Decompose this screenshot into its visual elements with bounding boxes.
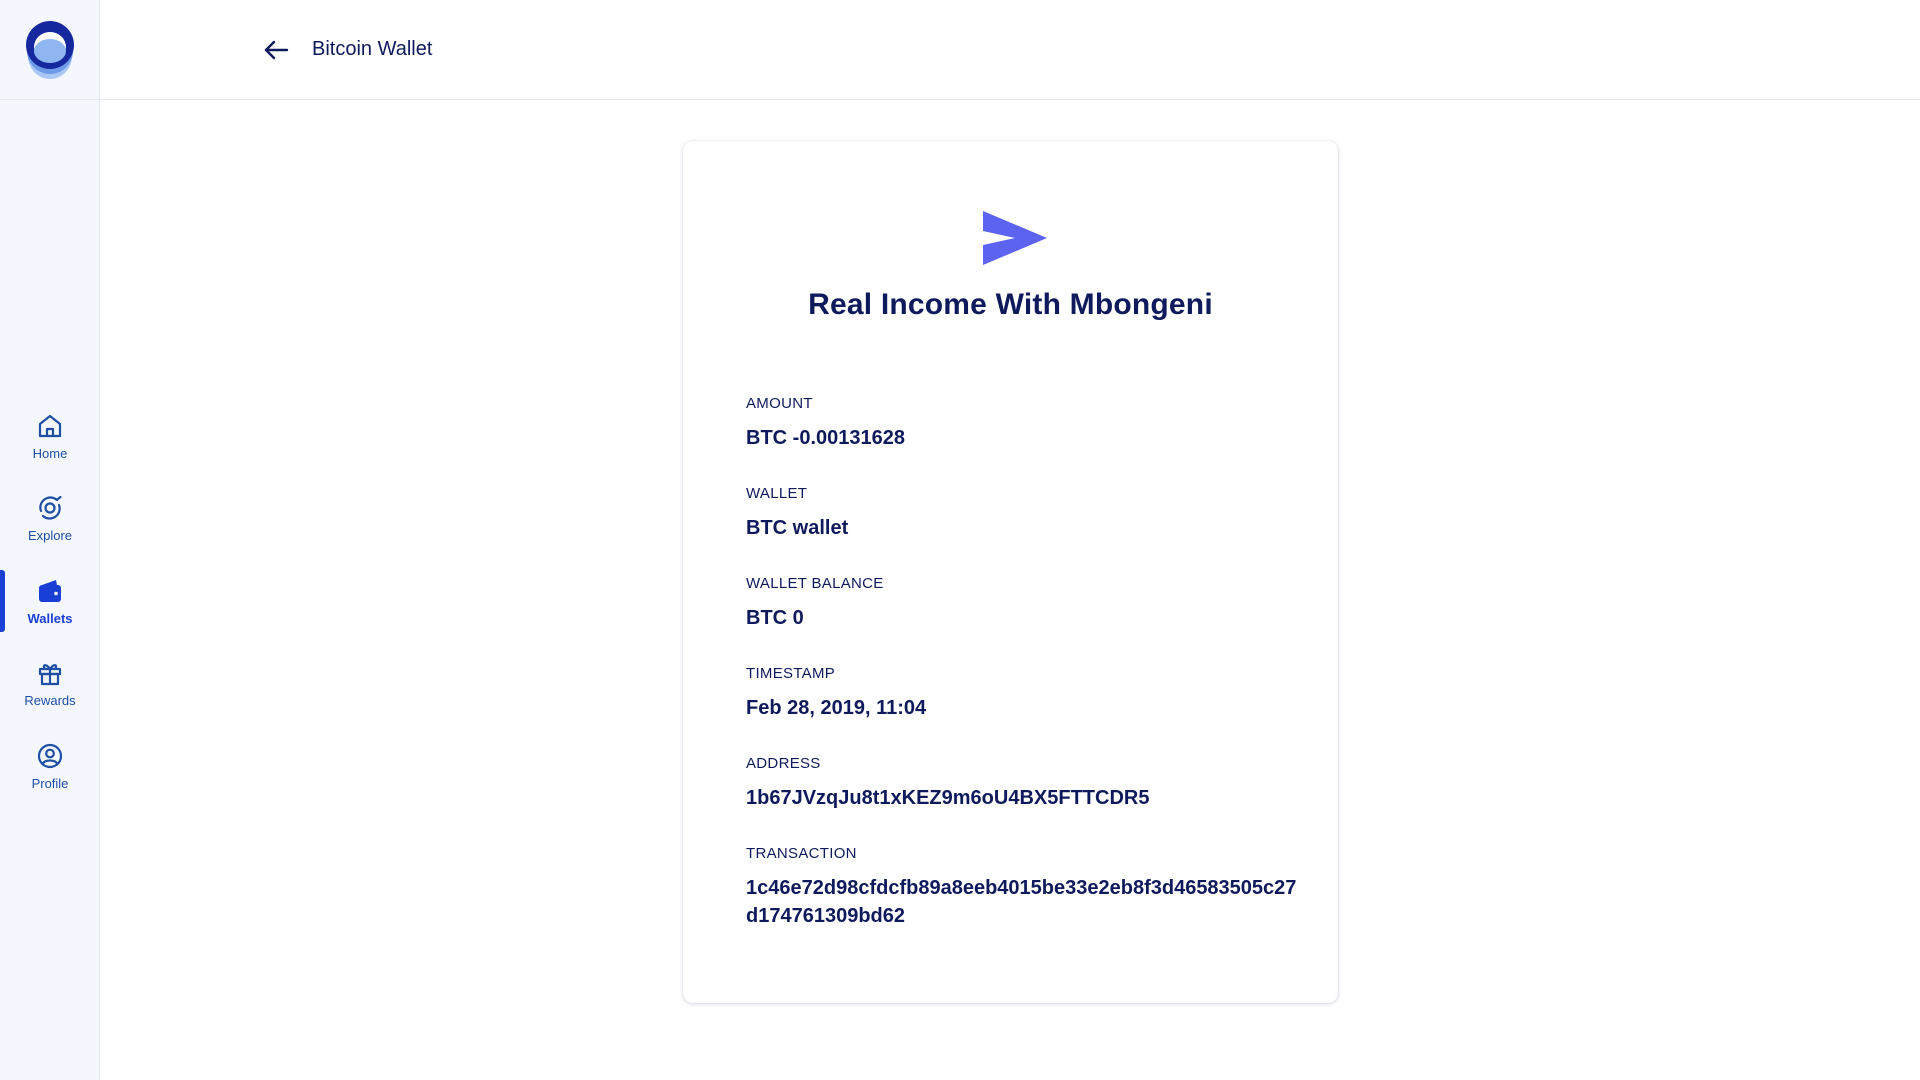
app-logo[interactable] <box>25 19 75 81</box>
detail-amount: AMOUNT BTC -0.00131628 <box>746 395 1306 452</box>
detail-wallet-balance: WALLET BALANCE BTC 0 <box>746 575 1306 632</box>
page-title: Bitcoin Wallet <box>312 38 433 60</box>
detail-wallet: WALLET BTC wallet <box>746 485 1306 542</box>
detail-label: ADDRESS <box>746 755 821 772</box>
detail-label: AMOUNT <box>746 395 813 412</box>
arrow-left-icon <box>264 40 289 59</box>
sidebar-item-rewards[interactable]: Rewards <box>0 643 100 726</box>
profile-icon <box>36 742 64 770</box>
sidebar-item-label: Rewards <box>24 693 76 709</box>
transaction-details: AMOUNT BTC -0.00131628 WALLET BTC wallet… <box>746 395 1306 963</box>
sidebar-item-profile[interactable]: Profile <box>0 725 100 808</box>
detail-value: BTC 0 <box>746 607 804 629</box>
gift-icon <box>36 659 64 687</box>
send-icon <box>983 211 1047 265</box>
transaction-card: Real Income With Mbongeni AMOUNT BTC -0.… <box>683 141 1338 1003</box>
back-button[interactable] <box>260 34 292 66</box>
logo-area <box>0 0 99 100</box>
detail-value: 1c46e72d98cfdcfb89a8eeb4015be33e2eb8f3d4… <box>746 877 1297 927</box>
home-icon <box>36 412 64 440</box>
sidebar-item-label: Wallets <box>27 610 73 626</box>
sidebar-item-wallets[interactable]: Wallets <box>0 560 100 643</box>
sidebar-item-home[interactable]: Home <box>0 395 100 478</box>
detail-value: 1b67JVzqJu8t1xKEZ9m6oU4BX5FTTCDR5 <box>746 787 1150 809</box>
detail-value: BTC -0.00131628 <box>746 427 905 449</box>
detail-value: BTC wallet <box>746 517 849 539</box>
sidebar-item-label: Explore <box>27 528 73 544</box>
detail-timestamp: TIMESTAMP Feb 28, 2019, 11:04 <box>746 665 1306 722</box>
detail-value: Feb 28, 2019, 11:04 <box>746 697 927 719</box>
detail-label: WALLET BALANCE <box>746 575 884 592</box>
sidebar-item-label: Home <box>32 445 68 461</box>
transaction-title: Real Income With Mbongeni <box>808 288 1213 321</box>
explore-icon <box>36 494 64 522</box>
sidebar-item-label: Profile <box>31 775 69 791</box>
detail-label: TRANSACTION <box>746 845 857 862</box>
sidebar-nav: Home Explore Wallets Rewards Profile <box>0 395 100 808</box>
top-header: Bitcoin Wallet <box>100 0 1920 100</box>
detail-label: WALLET <box>746 485 808 502</box>
sidebar-item-explore[interactable]: Explore <box>0 478 100 561</box>
detail-transaction: TRANSACTION 1c46e72d98cfdcfb89a8eeb4015b… <box>746 845 1306 930</box>
detail-label: TIMESTAMP <box>746 665 836 682</box>
sidebar: Home Explore Wallets Rewards Profile <box>0 0 100 1080</box>
wallet-icon <box>36 577 64 605</box>
detail-address: ADDRESS 1b67JVzqJu8t1xKEZ9m6oU4BX5FTTCDR… <box>746 755 1306 812</box>
